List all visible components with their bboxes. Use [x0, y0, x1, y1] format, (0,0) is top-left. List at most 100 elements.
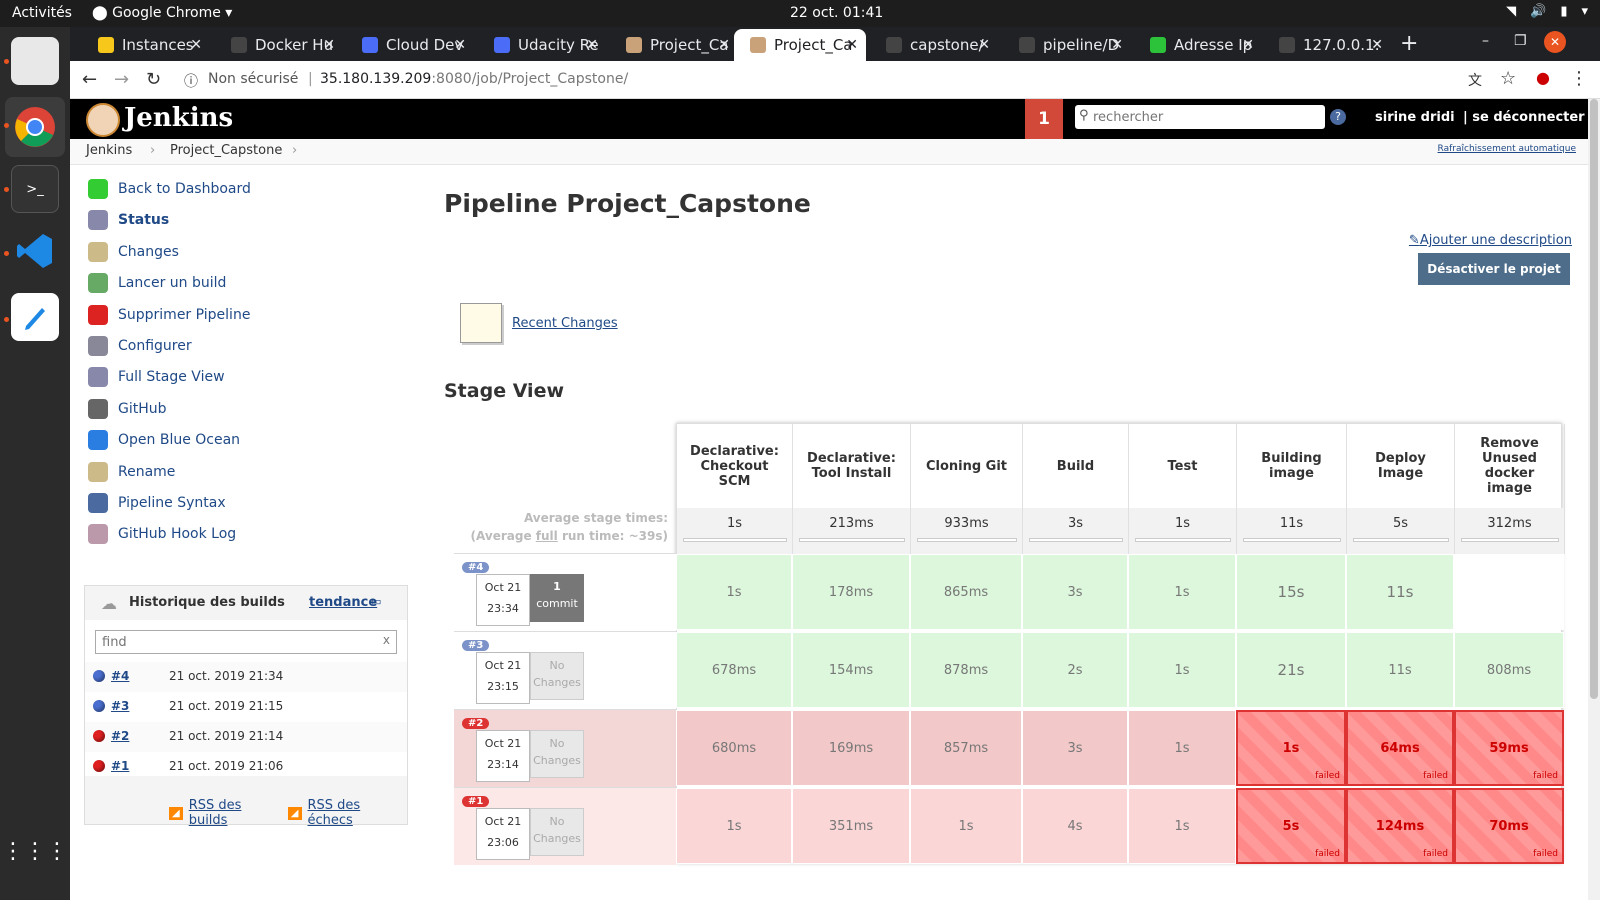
sidebar-item-changes[interactable]: Changes	[88, 239, 179, 265]
sidebar-item-pipeline-syntax[interactable]: Pipeline Syntax	[88, 490, 226, 516]
run-date-card[interactable]: Oct 21 23:06	[476, 808, 530, 860]
close-icon[interactable]: ✕	[1242, 37, 1254, 53]
tab-8[interactable]: pipeline/D ✕	[1003, 29, 1131, 61]
run-changes[interactable]: No Changes	[530, 652, 584, 700]
sidebar-item-configurer[interactable]: Configurer	[88, 333, 192, 359]
run-badge[interactable]: #1	[462, 796, 490, 807]
minimize-icon[interactable]: –	[1482, 33, 1489, 49]
add-description-link[interactable]: ✎Ajouter une description	[1409, 233, 1572, 248]
stage-cell[interactable]	[1454, 554, 1564, 630]
stage-cell[interactable]: 4s	[1022, 788, 1128, 864]
tab-9[interactable]: Adresse Ip ✕	[1134, 29, 1262, 61]
close-icon[interactable]: ✕	[323, 37, 335, 53]
scrollbar-thumb[interactable]	[1590, 99, 1598, 699]
stage-cell[interactable]: 11s	[1346, 632, 1454, 708]
sidebar-item-status[interactable]: Status	[88, 207, 169, 233]
sidebar-item-supprimer-pipeline[interactable]: Supprimer Pipeline	[88, 302, 250, 328]
stage-cell[interactable]: 70ms failed	[1454, 788, 1564, 864]
close-icon[interactable]: ✕	[586, 37, 598, 53]
run-badge[interactable]: #4	[462, 562, 490, 573]
sidebar-item-lancer-un-build[interactable]: Lancer un build	[88, 270, 226, 296]
app-menu[interactable]: ⬤ Google Chrome ▾	[92, 5, 232, 21]
terminal-icon[interactable]: >_	[11, 165, 59, 213]
sidebar-item-rename[interactable]: Rename	[88, 459, 175, 485]
close-icon[interactable]: ✕	[454, 37, 466, 53]
stage-cell[interactable]: 1s	[1128, 710, 1236, 786]
clear-find-button[interactable]: x	[383, 633, 390, 647]
recent-changes-link[interactable]: Recent Changes	[512, 316, 618, 331]
run-badge[interactable]: #3	[462, 640, 490, 651]
restore-icon[interactable]: ❐	[1514, 33, 1527, 49]
tab-3[interactable]: Cloud Dev ✕	[346, 29, 474, 61]
stage-cell[interactable]: 1s	[1128, 554, 1236, 630]
build-link[interactable]: #4	[111, 669, 129, 683]
files-icon[interactable]	[11, 37, 59, 85]
tab-6[interactable]: Project_Ca ✕	[734, 29, 866, 61]
stage-cell[interactable]: 678ms	[676, 632, 792, 708]
stage-cell[interactable]: 11s	[1346, 554, 1454, 630]
stage-cell[interactable]: 2s	[1022, 632, 1128, 708]
stage-cell[interactable]: 154ms	[792, 632, 910, 708]
build-link[interactable]: #3	[111, 699, 129, 713]
close-icon[interactable]: ✕	[978, 37, 990, 53]
back-icon[interactable]: ←	[82, 69, 97, 90]
show-apps-icon[interactable]: ⋮⋮⋮	[2, 827, 68, 875]
notepad-icon[interactable]	[460, 303, 502, 343]
close-icon[interactable]: ✕	[190, 37, 202, 53]
tab-4[interactable]: Udacity Re ✕	[478, 29, 606, 61]
find-input[interactable]	[102, 633, 372, 651]
clock[interactable]: 22 oct. 01:41	[790, 5, 883, 21]
menu-icon[interactable]: ⋮	[1570, 68, 1588, 89]
user-link[interactable]: sirine dridi	[1375, 110, 1455, 125]
scrollbar[interactable]	[1588, 99, 1600, 900]
avg-run-full-link[interactable]: full	[536, 529, 558, 543]
stage-cell[interactable]: 3s	[1022, 710, 1128, 786]
disable-project-button[interactable]: Désactiver le projet	[1418, 253, 1570, 285]
notification-badge[interactable]: 1	[1025, 99, 1063, 139]
stage-cell[interactable]: 15s	[1236, 554, 1346, 630]
stage-cell[interactable]: 878ms	[910, 632, 1022, 708]
tab-10[interactable]: 127.0.0.1: ✕	[1263, 29, 1391, 61]
chrome-icon[interactable]	[5, 97, 65, 157]
stage-cell[interactable]: 1s	[910, 788, 1022, 864]
translate-icon[interactable]: 文	[1468, 70, 1482, 90]
stage-cell[interactable]: 1s	[676, 554, 792, 630]
run-changes[interactable]: No Changes	[530, 730, 584, 778]
reload-icon[interactable]: ↻	[146, 69, 161, 90]
build-row[interactable]: #4 21 oct. 2019 21:34	[85, 662, 407, 692]
trend-icon[interactable]: ▭	[371, 595, 381, 608]
help-icon[interactable]: ?	[1330, 109, 1346, 125]
tab-2[interactable]: Docker Hu ✕	[215, 29, 343, 61]
build-row[interactable]: #2 21 oct. 2019 21:14	[85, 722, 407, 752]
stage-cell[interactable]: 59ms failed	[1454, 710, 1564, 786]
text-editor-icon[interactable]	[11, 293, 59, 341]
rss-builds-link[interactable]: RSS des builds	[189, 798, 282, 828]
breadcrumb-job[interactable]: Project_Capstone	[170, 143, 282, 158]
stage-cell[interactable]: 1s	[1128, 788, 1236, 864]
url-field[interactable]: 35.180.139.209:8080/job/Project_Capstone…	[320, 71, 628, 87]
stage-cell[interactable]: 808ms	[1454, 632, 1564, 708]
stage-cell[interactable]: 680ms	[676, 710, 792, 786]
run-date-card[interactable]: Oct 21 23:14	[476, 730, 530, 782]
close-icon[interactable]: ✕	[846, 37, 858, 53]
stage-cell[interactable]: 351ms	[792, 788, 910, 864]
tab-1[interactable]: Instances ✕	[82, 29, 210, 61]
build-row[interactable]: #1 21 oct. 2019 21:06	[85, 752, 407, 782]
stage-cell[interactable]: 1s failed	[1236, 710, 1346, 786]
stage-cell[interactable]: 169ms	[792, 710, 910, 786]
run-badge[interactable]: #2	[462, 718, 490, 729]
build-link[interactable]: #2	[111, 729, 129, 743]
tab-5[interactable]: Project_Ca ✕	[610, 29, 738, 61]
sidebar-item-github-hook-log[interactable]: GitHub Hook Log	[88, 521, 236, 547]
forward-icon[interactable]: →	[114, 69, 129, 90]
run-changes[interactable]: 1 commit	[530, 574, 584, 622]
breadcrumb-jenkins[interactable]: Jenkins	[86, 143, 132, 158]
extension-icon[interactable]: ●	[1536, 68, 1550, 87]
system-tray[interactable]: ◥ 🔊 ▮ ▾	[1506, 4, 1588, 19]
run-date-card[interactable]: Oct 21 23:34	[476, 574, 530, 626]
stage-cell[interactable]: 178ms	[792, 554, 910, 630]
close-icon[interactable]: ✕	[718, 37, 730, 53]
trend-link[interactable]: tendance	[309, 595, 377, 610]
stage-cell[interactable]: 124ms failed	[1346, 788, 1454, 864]
vscode-icon[interactable]	[11, 227, 59, 275]
